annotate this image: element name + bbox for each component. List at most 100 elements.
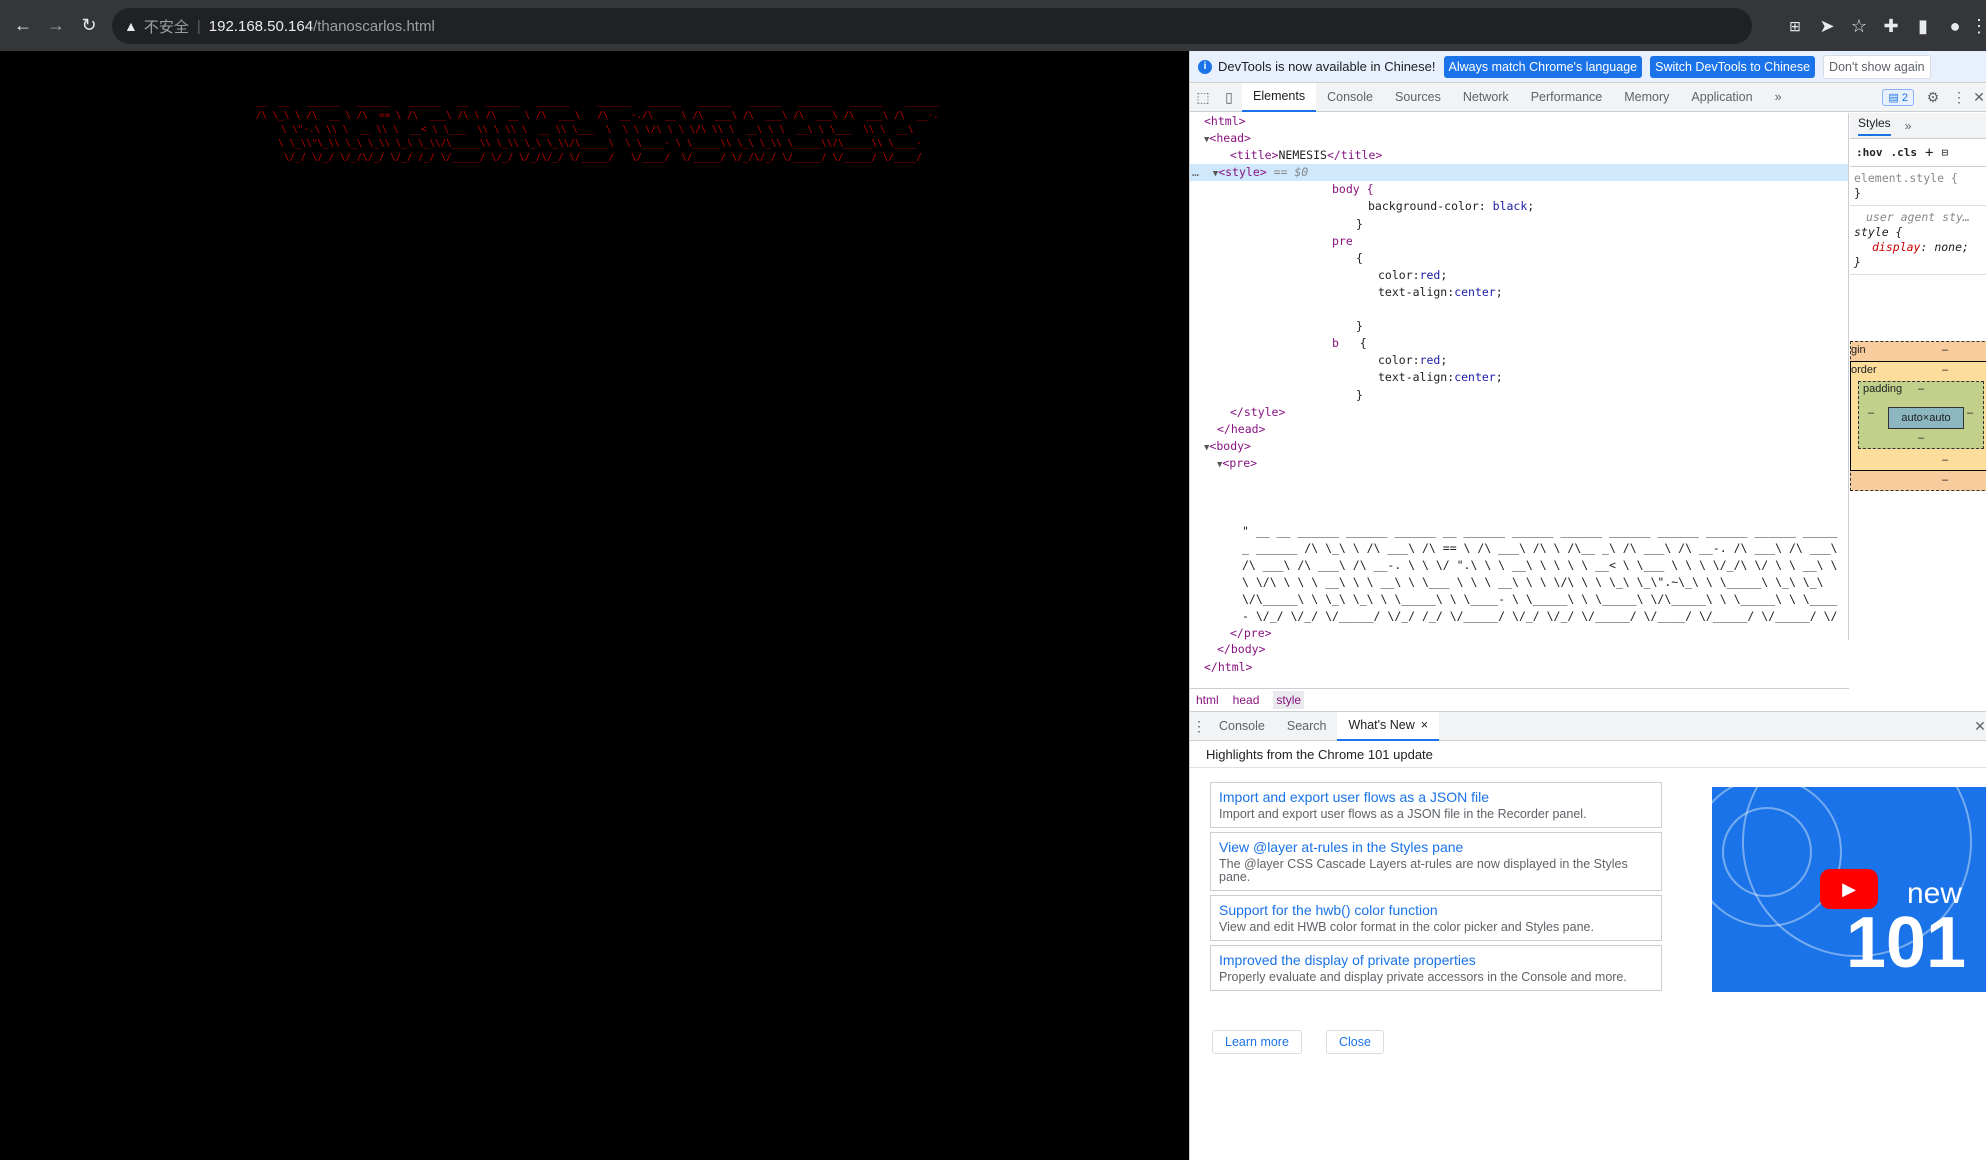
ua-display-val: none; [1934, 240, 1969, 254]
close-tab-icon[interactable]: × [1421, 718, 1428, 732]
dom-pre-open[interactable]: ▼<pre> [1190, 455, 1848, 472]
border-bottom-value: – [1942, 454, 1949, 466]
tab-styles[interactable]: Styles [1858, 116, 1891, 136]
tab-console[interactable]: Console [1316, 83, 1384, 112]
whats-new-card[interactable]: Import and export user flows as a JSON f… [1210, 782, 1662, 828]
head-open-tag: <head> [1209, 131, 1251, 146]
dom-pre-close[interactable]: </pre> [1190, 625, 1272, 642]
card-title[interactable]: View @layer at-rules in the Styles pane [1219, 839, 1653, 855]
hov-toggle[interactable]: :hov [1856, 146, 1883, 159]
whats-new-highlights-heading: Highlights from the Chrome 101 update [1190, 741, 1986, 768]
css-pre-textalign: text-align:center; [1378, 284, 1503, 299]
css-body-close: } [1190, 216, 1848, 233]
pre-close-tag: </pre> [1230, 626, 1272, 640]
card-title[interactable]: Support for the hwb() color function [1219, 902, 1653, 918]
chrome-101-video-thumbnail[interactable]: ▶ new 101 [1712, 787, 1986, 992]
drawer-tab-whats-new[interactable]: What's New × [1337, 711, 1440, 741]
dom-head-open[interactable]: ▼<head> [1190, 130, 1848, 147]
learn-more-button[interactable]: Learn more [1212, 1030, 1302, 1054]
extensions-puzzle-icon[interactable]: ✚ [1876, 11, 1906, 41]
user-agent-rule: user agent sty… style { display: none; } [1850, 206, 1986, 275]
send-icon[interactable]: ➤ [1812, 11, 1842, 41]
padding-left-value: – [1868, 407, 1875, 419]
forward-arrow-icon[interactable]: → [41, 10, 71, 40]
issues-badge[interactable]: ▤ 2 [1882, 88, 1914, 106]
open-brace: { [1359, 336, 1367, 351]
pre-text-node[interactable]: " __ __ ______ ______ ______ __ ______ _… [1242, 523, 1842, 625]
devtools-main-tabs: ⬚ ▯ Elements Console Sources Network Per… [1190, 82, 1986, 112]
breadcrumb-head[interactable]: head [1233, 693, 1260, 707]
element-style-close: } [1854, 186, 1861, 200]
css-pre-open: { [1190, 250, 1848, 267]
more-tabs-chevron-icon[interactable]: » [1764, 83, 1793, 112]
ellipsis-icon[interactable]: … [1192, 165, 1213, 179]
styles-filter-bar: :hov .cls + ⊟ [1850, 139, 1986, 167]
tab-application[interactable]: Application [1680, 83, 1763, 112]
dom-body-close[interactable]: </body> [1190, 642, 1265, 659]
dom-title[interactable]: <title>NEMESIS</title> [1190, 147, 1848, 164]
dont-show-again-button[interactable]: Don't show again [1823, 54, 1931, 79]
close-devtools-icon[interactable]: ✕ [1972, 83, 1986, 112]
dom-html-close[interactable]: </html> [1190, 660, 1252, 677]
tab-performance[interactable]: Performance [1520, 83, 1614, 112]
profile-avatar-icon[interactable]: ● [1940, 11, 1970, 41]
tab-network[interactable]: Network [1452, 83, 1520, 112]
css-ta-val: center [1454, 284, 1496, 299]
tab-sources[interactable]: Sources [1384, 83, 1452, 112]
border-label: order [1851, 364, 1877, 376]
side-panel-icon[interactable]: ▮ [1908, 11, 1938, 41]
close-drawer-icon[interactable]: ✕ [1973, 712, 1986, 741]
padding-bottom-value: – [1918, 432, 1925, 444]
menu-kebab-icon[interactable]: ⋮ [1970, 11, 1986, 41]
computed-sidebar-icon[interactable]: ⊟ [1941, 146, 1948, 159]
css-color-val: red [1419, 353, 1441, 368]
always-match-language-button[interactable]: Always match Chrome's language [1443, 55, 1643, 78]
card-title[interactable]: Improved the display of private properti… [1219, 952, 1653, 968]
new-rule-plus-icon[interactable]: + [1925, 145, 1933, 161]
dom-head-close[interactable]: </head> [1190, 421, 1848, 438]
dom-style-close[interactable]: </style> [1190, 404, 1848, 421]
title-open-tag: <title> [1230, 148, 1279, 163]
bookmark-star-icon[interactable]: ☆ [1844, 11, 1874, 41]
address-bar[interactable]: ▲ 不安全 | 192.168.50.164/thanoscarlos.html [112, 8, 1752, 44]
whats-new-card[interactable]: Improved the display of private properti… [1210, 945, 1662, 991]
css-body-selector: body { [1190, 181, 1848, 198]
tab-elements[interactable]: Elements [1242, 82, 1317, 112]
whats-new-card[interactable]: Support for the hwb() color function Vie… [1210, 895, 1662, 941]
css-color-prop: color [1378, 267, 1413, 282]
element-style-rule: element.style { } [1850, 167, 1986, 206]
cls-toggle[interactable]: .cls [1891, 146, 1918, 159]
translate-icon[interactable]: ⊞ [1780, 11, 1810, 41]
css-ta-prop: text-align [1378, 284, 1448, 299]
border-top-value: – [1942, 364, 1949, 376]
back-arrow-icon[interactable]: ← [8, 10, 38, 40]
switch-to-chinese-button[interactable]: Switch DevTools to Chinese [1650, 55, 1816, 78]
breadcrumb-html[interactable]: html [1196, 693, 1219, 707]
styles-more-chevron-icon[interactable]: » [1905, 119, 1912, 133]
margin-bottom-value: – [1942, 474, 1949, 486]
margin-label: gin [1851, 344, 1866, 356]
issues-count: 2 [1901, 91, 1908, 104]
box-model-content[interactable]: auto×auto [1888, 407, 1964, 429]
drawer-tab-search[interactable]: Search [1276, 712, 1338, 741]
padding-top-value: – [1918, 383, 1925, 395]
dom-body-open[interactable]: ▼<body> [1190, 438, 1848, 455]
device-toolbar-icon[interactable]: ▯ [1216, 83, 1242, 112]
drawer-menu-icon[interactable]: ⋮ [1190, 712, 1208, 741]
drawer-tab-console[interactable]: Console [1208, 712, 1276, 741]
breadcrumb-style[interactable]: style [1273, 691, 1305, 709]
reload-icon[interactable]: ↻ [74, 10, 104, 40]
dom-style-selected[interactable]: … ▼<style> == $0 [1190, 164, 1848, 182]
whats-new-card[interactable]: View @layer at-rules in the Styles pane … [1210, 832, 1662, 891]
dom-html-open[interactable]: <html> [1190, 113, 1848, 130]
user-agent-comment: user agent sty… [1866, 210, 1970, 224]
tab-memory[interactable]: Memory [1613, 83, 1680, 112]
settings-gear-icon[interactable]: ⚙ [1920, 83, 1946, 112]
css-ta-val: center [1454, 370, 1496, 385]
close-button[interactable]: Close [1325, 1030, 1384, 1054]
card-description: Properly evaluate and display private ac… [1219, 970, 1627, 984]
css-b-close: } [1190, 387, 1848, 404]
devtools-menu-icon[interactable]: ⋮ [1946, 83, 1972, 112]
inspect-element-icon[interactable]: ⬚ [1190, 83, 1216, 112]
card-title[interactable]: Import and export user flows as a JSON f… [1219, 789, 1653, 805]
